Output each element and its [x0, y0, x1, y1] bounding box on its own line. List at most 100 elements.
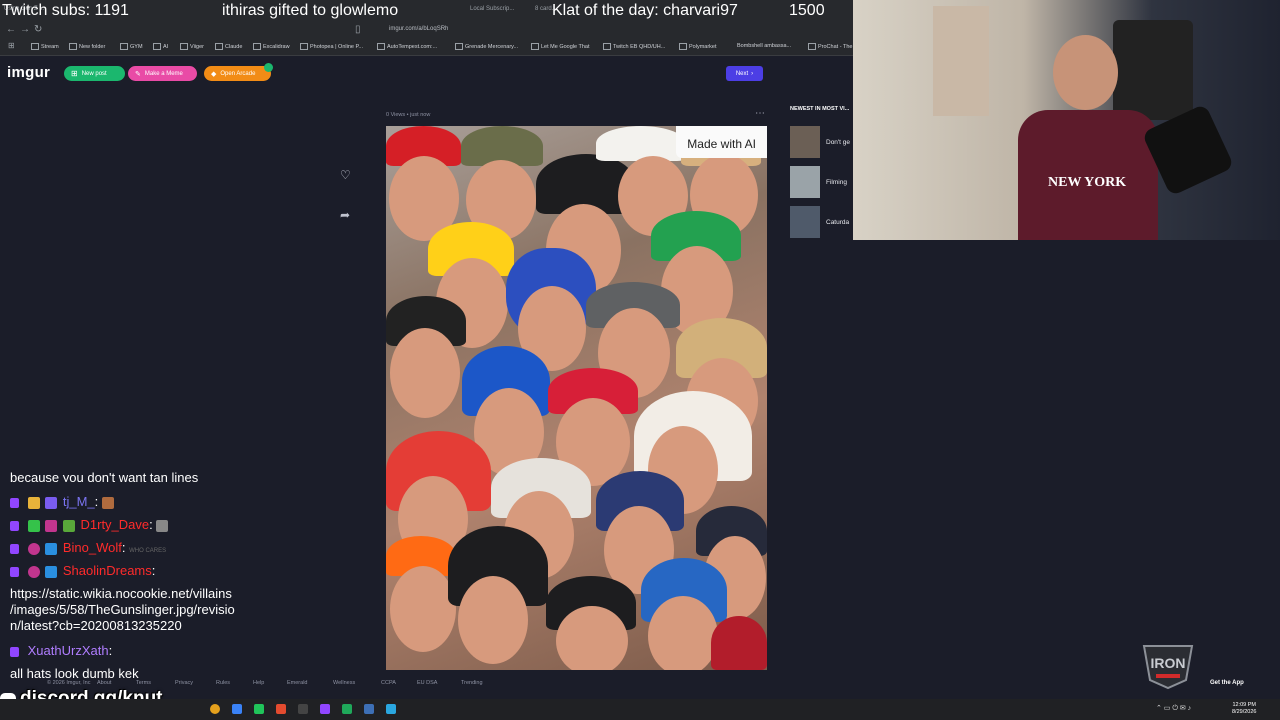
chat-message-url-line[interactable]: https://static.wikia.nocookie.net/villai…	[10, 586, 300, 602]
footer-link[interactable]: EU DSA	[417, 680, 437, 686]
bookmark-item[interactable]: GYM	[120, 43, 143, 50]
badge-icon	[45, 565, 58, 578]
favorite-heart-icon[interactable]: ♡	[340, 168, 351, 182]
tray-icons[interactable]: ⌃ ▭ ⏻ ✉ ♪	[1156, 704, 1191, 713]
back-icon[interactable]: ←	[6, 24, 16, 35]
emote-icon	[101, 496, 114, 509]
newest-thumbnail[interactable]	[790, 166, 820, 198]
chat-line: Bino_Wolf: WHO CARES	[10, 540, 166, 555]
next-button[interactable]: Next ›	[726, 66, 763, 81]
app-icon[interactable]	[364, 704, 374, 714]
newest-item-title[interactable]: Filming	[826, 179, 847, 186]
chat-username[interactable]: ShaolinDreams	[63, 563, 152, 578]
app-icon[interactable]	[342, 704, 352, 714]
newest-thumbnail[interactable]	[790, 126, 820, 158]
chat-line: tj_M_:	[10, 494, 116, 509]
footer-link[interactable]: Help	[253, 680, 264, 686]
chevron-right-icon: ›	[751, 70, 754, 77]
shirt-print: NEW YORK	[1048, 175, 1127, 190]
badge-icon	[27, 496, 40, 509]
bookmark-item[interactable]: ProChat - The	[808, 43, 852, 50]
tab-title[interactable]: Local Subscrip...	[470, 6, 514, 12]
badge-icon	[27, 542, 40, 555]
make-meme-button[interactable]: ✎ Make a Meme	[128, 66, 197, 81]
chat-username[interactable]: Bino_Wolf	[63, 540, 122, 555]
windows-taskbar: ⌃ ▭ ⏻ ✉ ♪	[0, 699, 1280, 720]
chat-message-url-line[interactable]: n/latest?cb=20200813235220	[10, 618, 300, 634]
twitch-app-icon[interactable]	[320, 704, 330, 714]
iron-logo-graphic: IRON	[1142, 645, 1194, 690]
apps-grid-icon[interactable]: ⊞	[8, 41, 15, 50]
bookmark-item[interactable]: Grenade Mercenary...	[455, 43, 518, 50]
twitch-icon	[10, 520, 19, 531]
site-icon	[603, 43, 611, 50]
newest-item-title[interactable]: Don't ge	[826, 139, 850, 146]
badge-icon	[45, 542, 58, 555]
twitch-icon	[10, 497, 19, 508]
chrome-icon[interactable]	[210, 704, 220, 714]
streamer-head	[1053, 35, 1118, 110]
newest-thumbnail[interactable]	[790, 206, 820, 238]
more-options-icon[interactable]: ⋯	[755, 108, 765, 119]
new-post-button[interactable]: ⊞ New post	[64, 66, 125, 81]
site-icon	[253, 43, 261, 50]
bookmark-item[interactable]: AutoTempest.com:...	[377, 43, 437, 50]
bookmark-item[interactable]: Viiger	[180, 43, 204, 50]
bookmark-item[interactable]: Excalidraw	[253, 43, 290, 50]
bookmark-item[interactable]: Polymarket	[679, 43, 717, 50]
url-field[interactable]: imgur.com/a/bLoqSRh	[389, 26, 448, 32]
app-icon[interactable]	[254, 704, 264, 714]
post-image[interactable]: Made with AI	[386, 126, 767, 670]
bookmark-item[interactable]: Twitch EB QHD/UH...	[603, 43, 665, 50]
klat-count: 1500	[789, 2, 825, 19]
footer-link[interactable]: Terms	[136, 680, 151, 686]
footer-link[interactable]: CCPA	[381, 680, 396, 686]
made-with-ai-label: Made with AI	[676, 126, 767, 158]
footer-link[interactable]: Wellness	[333, 680, 355, 686]
newest-item-title[interactable]: Caturda	[826, 219, 849, 226]
chat-username[interactable]: tj_M_	[63, 494, 95, 509]
bookmark-item[interactable]: Let Me Google That	[531, 43, 590, 50]
chat-line: ShaolinDreams:	[10, 563, 155, 578]
bookmark-item[interactable]: New folder	[69, 43, 105, 50]
chat-message-url-line[interactable]: /images/5/58/TheGunslinger.jpg/revisio	[10, 602, 300, 618]
app-icon[interactable]	[276, 704, 286, 714]
bookmark-item[interactable]: AI	[153, 43, 168, 50]
bookmark-item[interactable]: Stream	[31, 43, 59, 50]
bookmark-item[interactable]: Photopea | Online P...	[300, 43, 363, 50]
footer-link[interactable]: Rules	[216, 680, 230, 686]
footer-link[interactable]: About	[97, 680, 111, 686]
chat-line: D1rty_Dave:	[10, 517, 170, 532]
forward-icon[interactable]: →	[20, 24, 30, 35]
imgur-logo[interactable]: imgur	[7, 64, 50, 81]
footer-link[interactable]: Privacy	[175, 680, 193, 686]
emote-who-cares: WHO CARES	[129, 548, 167, 554]
share-arrow-icon[interactable]: ➦	[340, 208, 350, 222]
bookmark-item[interactable]: Bombshell ambassa...	[737, 43, 791, 49]
get-the-app-button[interactable]: Get the App	[1210, 680, 1244, 686]
footer-link[interactable]: Emerald	[287, 680, 307, 686]
reload-icon[interactable]: ↻	[34, 24, 42, 35]
badge-icon	[45, 496, 58, 509]
taskbar-clock[interactable]: 12:09 PM 8/29/2026	[1232, 702, 1256, 716]
folder-icon	[31, 43, 39, 50]
app-icon[interactable]	[386, 704, 396, 714]
chat-username[interactable]: XuathUrzXath	[28, 643, 109, 658]
notification-badge	[264, 63, 273, 72]
wall-flag	[1113, 20, 1193, 120]
open-arcade-button[interactable]: ◆ Open Arcade	[204, 66, 271, 81]
site-icon	[531, 43, 539, 50]
app-icon[interactable]	[298, 704, 308, 714]
plus-icon: ⊞	[71, 69, 78, 78]
badge-icon	[62, 519, 75, 532]
site-icon	[180, 43, 188, 50]
chat-username[interactable]: D1rty_Dave	[81, 517, 150, 532]
footer-link[interactable]: Trending	[461, 680, 483, 686]
badge-icon	[27, 519, 40, 532]
browser-address-bar: ← → ↻ ▯ imgur.com/a/bLoqSRh	[0, 22, 853, 38]
badge-icon	[45, 519, 58, 532]
edge-icon[interactable]	[232, 704, 242, 714]
bookmark-item[interactable]: Claude	[215, 43, 242, 50]
svg-text:IRON: IRON	[1151, 655, 1186, 671]
bookmark-icon[interactable]: ▯	[355, 24, 361, 35]
